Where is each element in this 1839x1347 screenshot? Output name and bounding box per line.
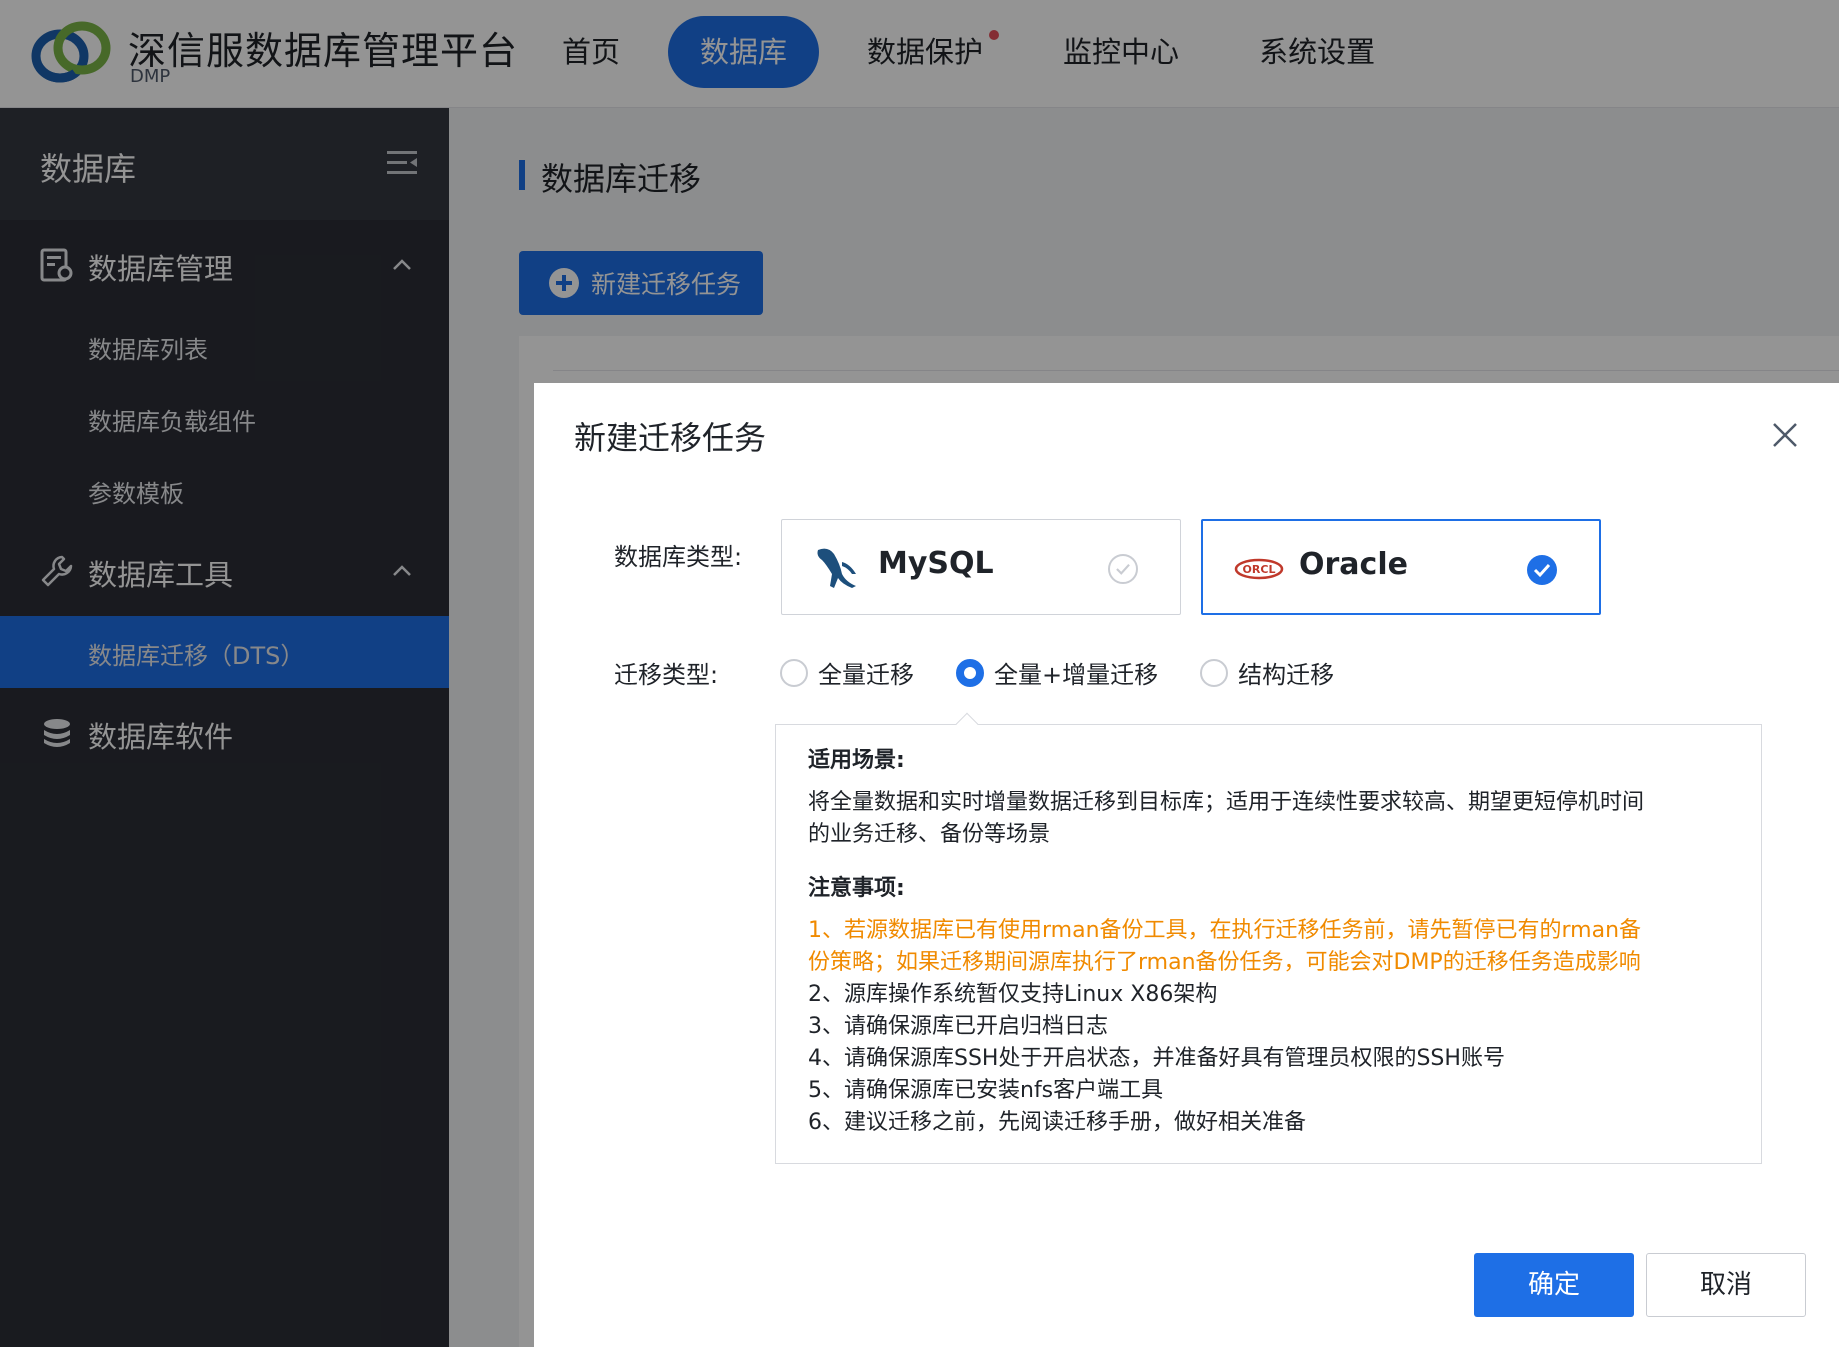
note-item-warning: 份策略；如果迁移期间源库执行了rman备份任务，可能会对DMP的迁移任务造成影响 [808,950,1641,975]
radio-structure-migration[interactable]: 结构迁移 [1200,655,1334,690]
notes-heading: 注意事项: [808,876,905,901]
radio-circle [956,658,984,687]
radio-circle [780,658,808,687]
new-migration-task-dialog: 新建迁移任务 数据库类型: MySQL ORCL Oracle 迁移类型: 全量… [534,383,1839,1347]
close-icon[interactable] [1771,421,1799,449]
db-option-name: Oracle [1299,547,1408,582]
radio-label: 全量+增量迁移 [994,661,1159,689]
cancel-button[interactable]: 取消 [1646,1253,1806,1317]
db-option-name: MySQL [878,546,994,581]
note-item: 6、建议迁移之前，先阅读迁移手册，做好相关准备 [808,1110,1306,1135]
scenario-heading: 适用场景: [808,748,905,773]
mysql-dolphin-icon [817,548,856,588]
radio-full-migration[interactable]: 全量迁移 [780,655,914,690]
note-item: 3、请确保源库已开启归档日志 [808,1014,1108,1039]
migration-info-panel: 适用场景: 将全量数据和实时增量数据迁移到目标库；适用于连续性要求较高、期望更短… [775,724,1762,1164]
note-item: 4、请确保源库SSH处于开启状态，并准备好具有管理员权限的SSH账号 [808,1046,1505,1071]
radio-circle [1200,658,1229,687]
scenario-text: 将全量数据和实时增量数据迁移到目标库；适用于连续性要求较高、期望更短停机时间 [808,790,1645,815]
radio-label: 全量迁移 [818,661,914,689]
note-item-warning: 1、若源数据库已有使用rman备份工具，在执行迁移任务前，请先暂停已有的rman… [808,918,1642,943]
dialog-title: 新建迁移任务 [574,419,767,457]
oracle-logo-icon: ORCL [1234,558,1284,580]
confirm-button[interactable]: 确定 [1474,1253,1634,1317]
radio-label: 结构迁移 [1238,661,1335,689]
svg-text:ORCL: ORCL [1243,563,1276,576]
note-item: 5、请确保源库已安装nfs客户端工具 [808,1078,1164,1103]
db-option-oracle[interactable]: ORCL Oracle [1201,519,1601,615]
migration-type-label: 迁移类型: [614,661,719,689]
check-circle-icon [1527,555,1557,585]
db-option-mysql[interactable]: MySQL [781,519,1181,615]
scenario-text: 的业务迁移、备份等场景 [808,822,1051,847]
db-type-label: 数据库类型: [614,543,743,571]
migration-type-radio-group: 全量迁移 全量+增量迁移 结构迁移 [780,655,1376,690]
note-item: 2、源库操作系统暂仅支持Linux X86架构 [808,982,1218,1007]
radio-full-incremental-migration[interactable]: 全量+增量迁移 [956,655,1158,690]
check-circle-icon [1108,554,1138,584]
